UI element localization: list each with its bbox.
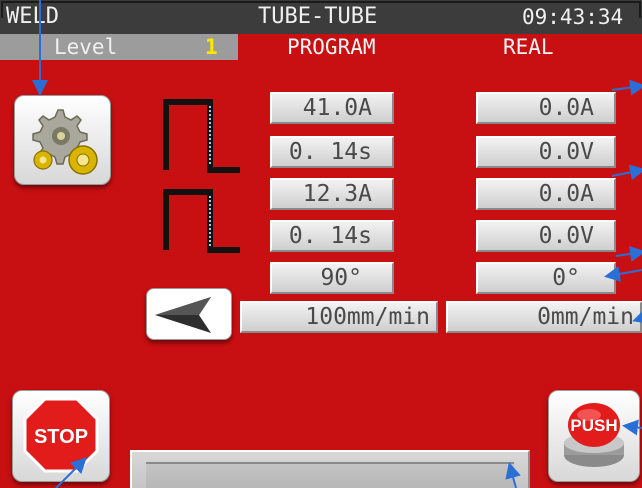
back-button[interactable] xyxy=(146,288,232,340)
push-button[interactable]: PUSH xyxy=(548,390,640,482)
stop-sign-icon: STOP xyxy=(23,397,99,473)
settings-button[interactable] xyxy=(14,95,111,185)
clock: 09:43:34 xyxy=(522,0,624,34)
real-speed: 0mm/min xyxy=(446,301,642,333)
real-angle: 0° xyxy=(476,262,616,294)
status-bar xyxy=(130,450,530,488)
mode-label: WELD xyxy=(6,0,59,34)
weld-screen: WELD TUBE-TUBE 09:43:34 Level 1 PROGRAM … xyxy=(0,0,642,488)
real-current-1: 0.0A xyxy=(476,92,616,124)
stop-button[interactable]: STOP xyxy=(12,390,110,482)
level-label: Level xyxy=(54,35,118,59)
stop-label: STOP xyxy=(34,426,88,448)
status-bar-track xyxy=(146,462,514,488)
real-current-2: 0.0A xyxy=(476,178,616,210)
real-voltage-2: 0.0V xyxy=(476,220,616,252)
program-time-2[interactable]: 0. 14s xyxy=(270,220,394,252)
level-strip xyxy=(0,34,238,60)
program-time-1[interactable]: 0. 14s xyxy=(270,136,394,168)
program-current-2[interactable]: 12.3A xyxy=(270,178,394,210)
program-header: PROGRAM xyxy=(287,35,376,59)
arrow-left-icon xyxy=(155,297,211,333)
program-speed[interactable]: 100mm/min xyxy=(240,301,438,333)
program-current-1[interactable]: 41.0A xyxy=(270,92,394,124)
real-header: REAL xyxy=(503,35,554,59)
program-angle[interactable]: 90° xyxy=(270,262,394,294)
gears-icon xyxy=(32,109,98,175)
level-value[interactable]: 1 xyxy=(205,34,218,60)
page-title: TUBE-TUBE xyxy=(258,0,378,34)
push-label: PUSH xyxy=(570,416,617,435)
push-button-icon: PUSH xyxy=(564,403,624,467)
pulse-waveform-icon xyxy=(163,99,240,253)
real-voltage-1: 0.0V xyxy=(476,136,616,168)
